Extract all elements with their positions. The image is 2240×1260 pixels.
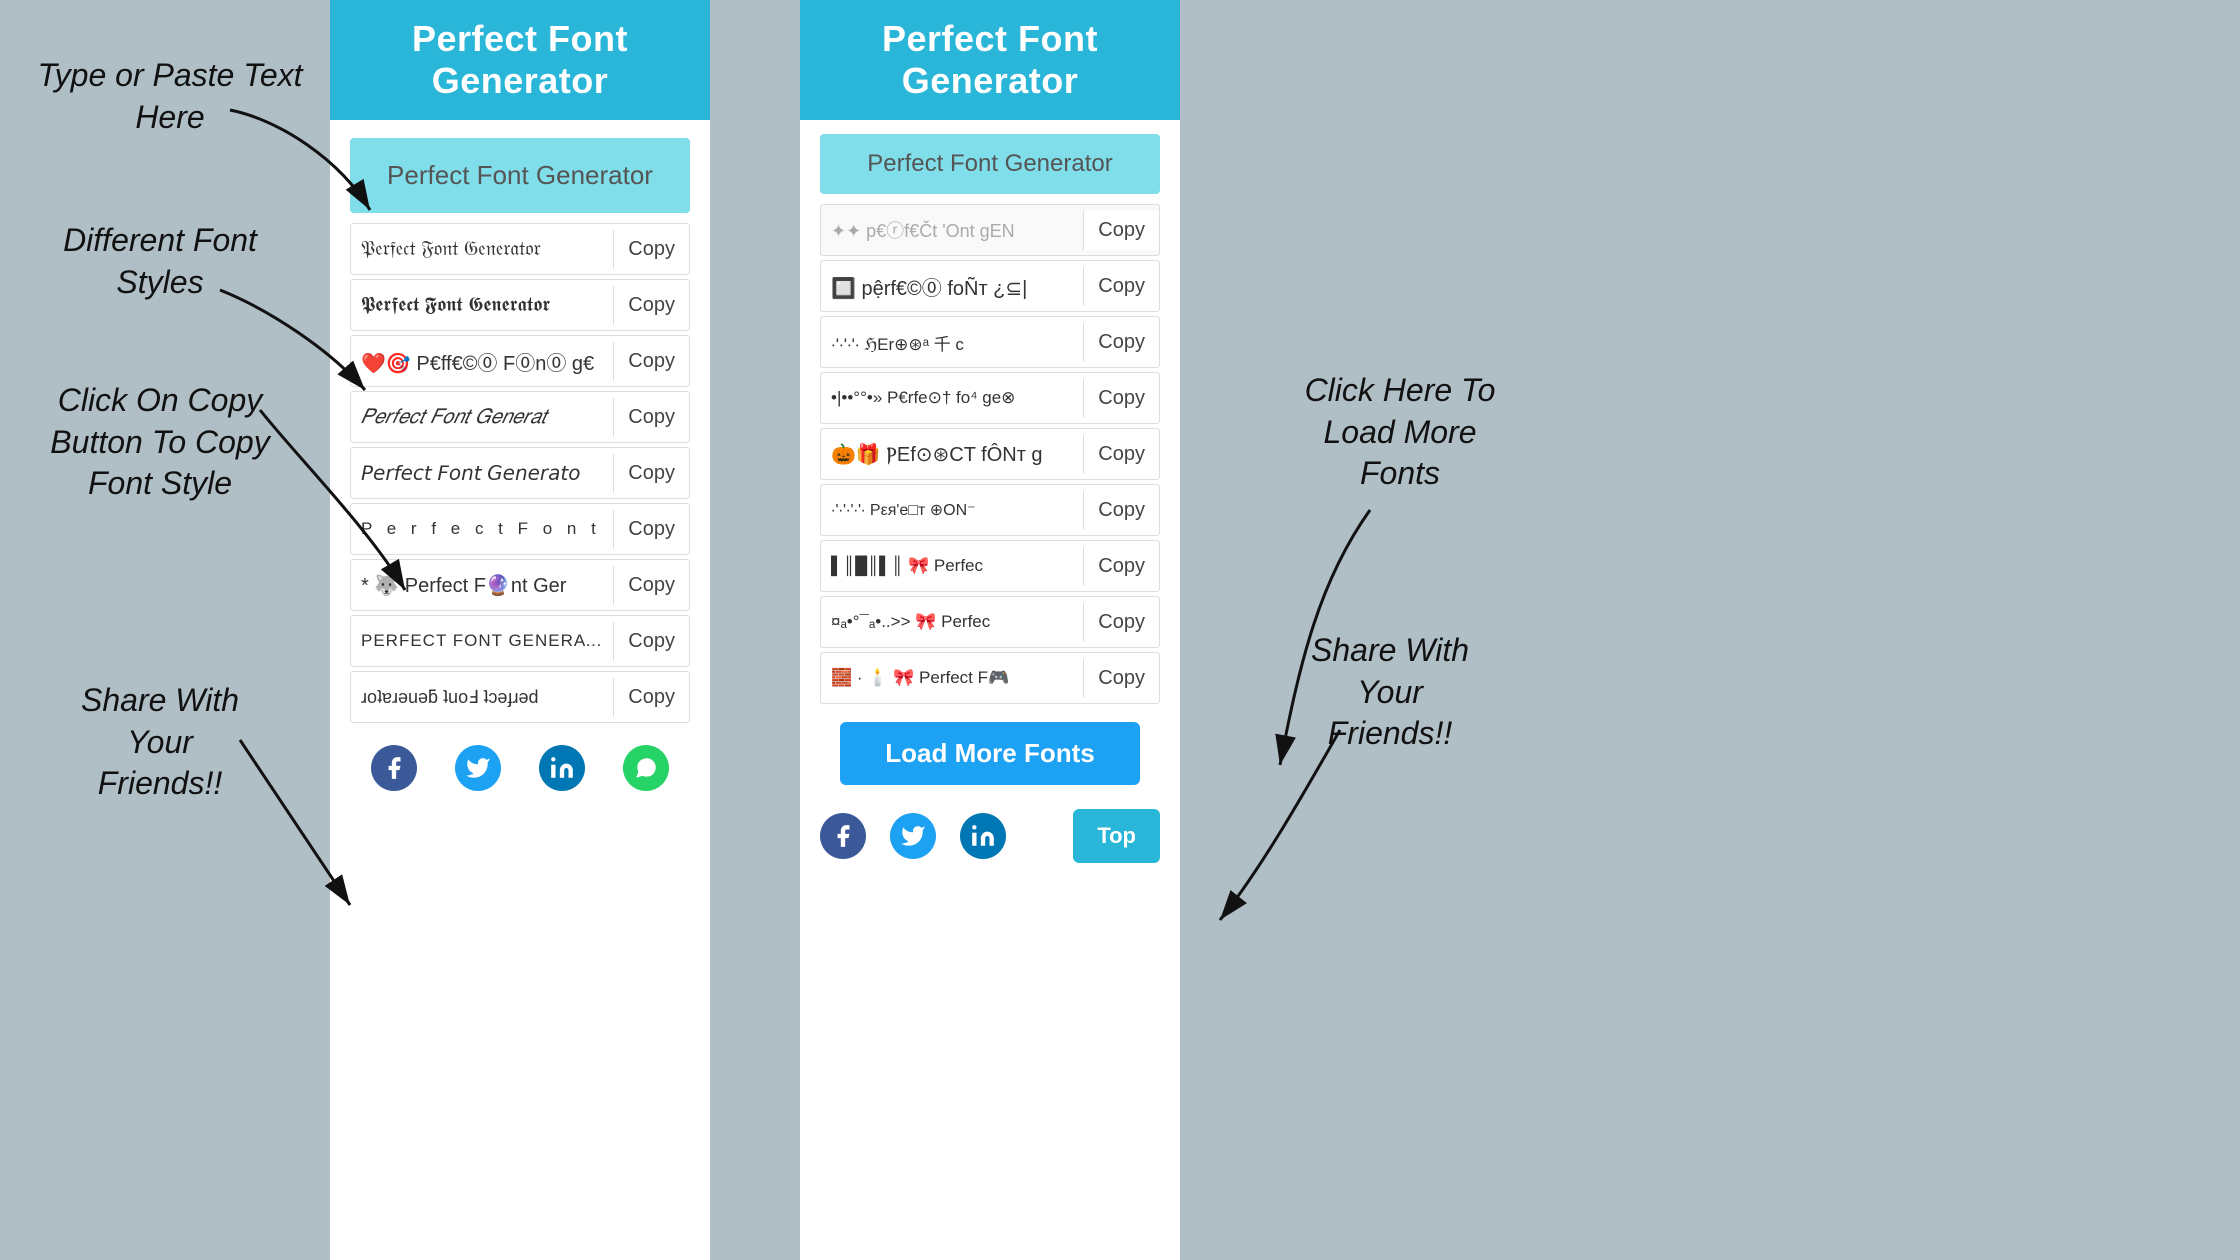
table-row: •|••°°•» Ρ€rfе⊙† fo⁴ ge⊗ Copy [820,372,1160,424]
font-display: ¤ₐ•°¯ₐ•..>> 🎀 Perfec [821,604,1083,640]
right-twitter-button[interactable] [890,813,936,859]
font-display: ∙'∙'∙'∙'∙ Ρεя'е□т ⊕ON⁻ [821,492,1083,528]
linkedin-button[interactable] [539,745,585,791]
font-display: •|••°°•» Ρ€rfе⊙† fo⁴ ge⊗ [821,380,1083,416]
annotation-share-right: Share WithYourFriends!! [1240,630,1540,755]
annotation-share-left: Share WithYourFriends!! [10,680,310,805]
copy-button[interactable]: Copy [613,286,689,325]
left-social-bar [330,727,710,801]
copy-button[interactable]: Copy [613,678,689,717]
table-row: 🎃🎁 ⲢEf⊙⊛CT fÔNт g Copy [820,428,1160,480]
left-font-list: 𝔓𝔢𝔯𝔣𝔢𝔠𝔱 𝔉𝔬𝔫𝔱 𝔊𝔢𝔫𝔢𝔯𝔞𝔱𝔬𝔯 Copy 𝕻𝖊𝖗𝖋𝖊𝖈𝖙 𝕱𝖔𝖓𝖙… [350,223,690,727]
copy-button[interactable]: Copy [613,230,689,269]
copy-button[interactable]: Copy [1083,491,1159,530]
left-text-input[interactable] [350,138,690,213]
load-more-button[interactable]: Load More Fonts [840,722,1140,785]
twitter-button[interactable] [455,745,501,791]
font-display: ∙'∙'∙'∙ ℌEr⊕⊛ᵃ 千 c [821,322,1083,363]
font-display: ✦✦ p€ⓡf€Čt 'Ont gEN [821,209,1083,251]
facebook-button[interactable] [371,745,417,791]
left-panel-header: Perfect Font Generator [330,0,710,120]
table-row: ▌║█║▌║ 🎀 Perfec Copy [820,540,1160,592]
annotation-different-fonts: Different FontStyles [20,220,300,303]
font-display: * 🐺 Perfect F🔮nt Ger [351,565,613,606]
font-display: ❤️🎯 P€ff€©⓪ F⓪n⓪ g€ [351,339,613,384]
table-row: ∙'∙'∙'∙'∙ Ρεя'е□т ⊕ON⁻ Copy [820,484,1160,536]
copy-button[interactable]: Copy [613,566,689,605]
table-row: 𝑃𝑒𝑟𝑓𝑒𝑐𝑡 𝐹𝑜𝑛𝑡 𝐺𝑒𝑛𝑒𝑟𝑎𝑡 Copy [350,391,690,443]
table-row: ∙'∙'∙'∙ ℌEr⊕⊛ᵃ 千 c Copy [820,316,1160,368]
annotation-type-paste: Type or Paste TextHere [30,55,310,138]
copy-button[interactable]: Copy [1083,379,1159,418]
table-row: P e r f e c t F o n t Copy [350,503,690,555]
copy-button[interactable]: Copy [1083,323,1159,362]
right-panel-header: Perfect Font Generator [800,0,1180,120]
table-row: * 🐺 Perfect F🔮nt Ger Copy [350,559,690,611]
table-row: 𝘗𝘦𝘳𝘧𝘦𝘤𝘵 𝘍𝘰𝘯𝘵 𝘎𝘦𝘯𝘦𝘳𝘢𝘵𝘰 Copy [350,447,690,499]
copy-button[interactable]: Copy [613,454,689,493]
table-row: 𝕻𝖊𝖗𝖋𝖊𝖈𝖙 𝕱𝖔𝖓𝖙 𝕲𝖊𝖓𝖊𝖗𝖆𝖙𝖔𝖗 Copy [350,279,690,331]
right-bottom-bar: Top [820,799,1160,877]
copy-button[interactable]: Copy [613,510,689,549]
font-display: 𝘗𝘦𝘳𝘧𝘦𝘤𝘵 𝘍𝘰𝘯𝘵 𝘎𝘦𝘯𝘦𝘳𝘢𝘵𝘰 [351,453,613,494]
font-display: P e r f e c t F o n t [351,511,613,547]
annotation-load-more: Click Here ToLoad MoreFonts [1240,370,1560,495]
font-display: 🎃🎁 ⲢEf⊙⊛CT fÔNт g [821,434,1083,475]
font-display: ▌║█║▌║ 🎀 Perfec [821,548,1083,584]
copy-button[interactable]: Copy [1083,547,1159,586]
table-row: ❤️🎯 P€ff€©⓪ F⓪n⓪ g€ Copy [350,335,690,387]
copy-button[interactable]: Copy [1083,435,1159,474]
table-row: 🧱 · 🕯️ 🎀 Perfect F🎮 Copy [820,652,1160,704]
table-row: ¤ₐ•°¯ₐ•..>> 🎀 Perfec Copy [820,596,1160,648]
right-facebook-button[interactable] [820,813,866,859]
copy-button[interactable]: Copy [613,342,689,381]
font-display: 🧱 · 🕯️ 🎀 Perfect F🎮 [821,660,1083,696]
copy-button[interactable]: Copy [613,622,689,661]
annotation-copy-button: Click On CopyButton To CopyFont Style [10,380,310,505]
font-display: 🔲 pệrf€©⓪ foÑт ¿⊆| [821,264,1083,309]
right-panel: Perfect Font Generator Perfect Font Gene… [800,0,1180,1260]
table-row: PERFECT FONT GENERATOR Copy [350,615,690,667]
table-row: ✦✦ p€ⓡf€Čt 'Ont gEN Copy [820,204,1160,256]
font-display: 𝔓𝔢𝔯𝔣𝔢𝔠𝔱 𝔉𝔬𝔫𝔱 𝔊𝔢𝔫𝔢𝔯𝔞𝔱𝔬𝔯 [351,230,613,269]
right-input-display: Perfect Font Generator [820,134,1160,194]
table-row: ɹoʇɐɹǝuǝƃ ʇuoℲ ʇɔǝɟɹǝd Copy [350,671,690,723]
font-display: ɹoʇɐɹǝuǝƃ ʇuoℲ ʇɔǝɟɹǝd [351,679,613,716]
whatsapp-button[interactable] [623,745,669,791]
right-font-list: ✦✦ p€ⓡf€Čt 'Ont gEN Copy 🔲 pệrf€©⓪ foÑт … [820,204,1160,708]
table-row: 🔲 pệrf€©⓪ foÑт ¿⊆| Copy [820,260,1160,312]
copy-button[interactable]: Copy [1083,659,1159,698]
table-row: 𝔓𝔢𝔯𝔣𝔢𝔠𝔱 𝔉𝔬𝔫𝔱 𝔊𝔢𝔫𝔢𝔯𝔞𝔱𝔬𝔯 Copy [350,223,690,275]
font-display: 𝑃𝑒𝑟𝑓𝑒𝑐𝑡 𝐹𝑜𝑛𝑡 𝐺𝑒𝑛𝑒𝑟𝑎𝑡 [351,398,613,437]
font-display: 𝕻𝖊𝖗𝖋𝖊𝖈𝖙 𝕱𝖔𝖓𝖙 𝕲𝖊𝖓𝖊𝖗𝖆𝖙𝖔𝖗 [351,286,613,325]
top-button[interactable]: Top [1073,809,1160,863]
copy-button[interactable]: Copy [613,398,689,437]
right-linkedin-button[interactable] [960,813,1006,859]
copy-button[interactable]: Copy [1083,267,1159,306]
copy-button[interactable]: Copy [1083,603,1159,642]
copy-button[interactable]: Copy [1083,211,1159,250]
left-panel: Perfect Font Generator 𝔓𝔢𝔯𝔣𝔢𝔠𝔱 𝔉𝔬𝔫𝔱 𝔊𝔢𝔫𝔢… [330,0,710,1260]
font-display: PERFECT FONT GENERATOR [351,623,613,659]
